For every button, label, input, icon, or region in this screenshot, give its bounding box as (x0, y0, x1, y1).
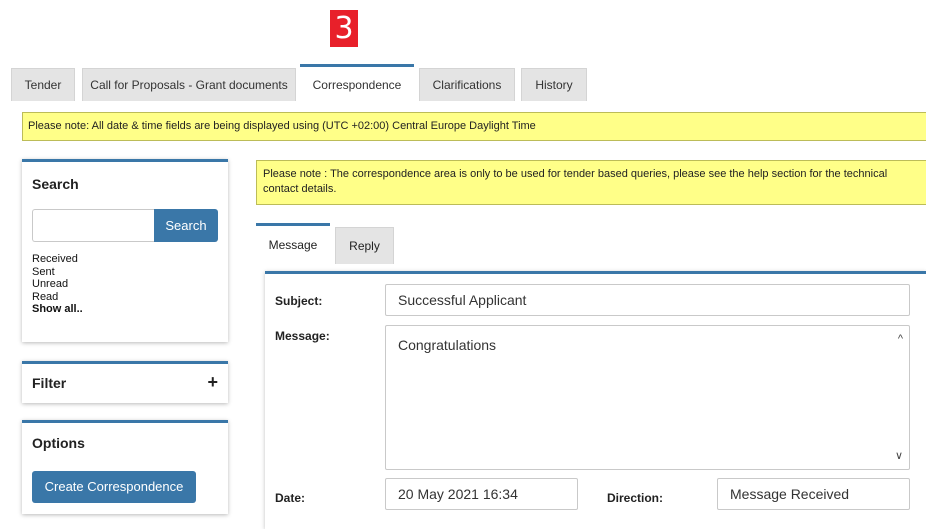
tab-call-for-proposals[interactable]: Call for Proposals - Grant documents (82, 68, 296, 101)
link-received[interactable]: Received (32, 253, 83, 266)
create-correspondence-button[interactable]: Create Correspondence (32, 471, 196, 503)
subject-field[interactable]: Successful Applicant (385, 284, 910, 316)
tab-clarifications[interactable]: Clarifications (419, 68, 515, 101)
tab-message[interactable]: Message (256, 223, 330, 264)
filter-panel-title: Filter (32, 375, 67, 391)
message-panel: Subject: Successful Applicant Message: C… (265, 271, 926, 529)
scroll-down-icon[interactable]: ∨ (895, 447, 903, 465)
link-read[interactable]: Read (32, 291, 83, 304)
tab-correspondence[interactable]: Correspondence (300, 64, 414, 102)
tab-tender[interactable]: Tender (11, 68, 75, 101)
link-sent[interactable]: Sent (32, 266, 83, 279)
message-field[interactable]: Congratulations ^ ∨ (385, 325, 910, 470)
subject-label: Subject: (275, 294, 323, 308)
date-field[interactable]: 20 May 2021 16:34 (385, 478, 578, 510)
search-filter-links: Received Sent Unread Read Show all.. (32, 253, 83, 316)
correspondence-notice: Please note : The correspondence area is… (256, 160, 926, 205)
direction-label: Direction: (607, 491, 664, 505)
step-number-badge: 3 (330, 10, 358, 47)
search-input[interactable] (32, 209, 154, 242)
search-panel-title: Search (32, 176, 79, 192)
message-label: Message: (275, 329, 330, 343)
filter-panel[interactable]: Filter + (22, 361, 228, 403)
search-button[interactable]: Search (154, 209, 218, 242)
link-unread[interactable]: Unread (32, 278, 83, 291)
timezone-notice: Please note: All date & time fields are … (22, 112, 926, 141)
link-show-all[interactable]: Show all.. (32, 303, 83, 316)
date-label: Date: (275, 491, 306, 505)
options-panel: Options Create Correspondence (22, 420, 228, 514)
plus-icon[interactable]: + (207, 373, 218, 391)
tab-history[interactable]: History (521, 68, 587, 101)
message-text: Congratulations (398, 337, 497, 353)
scroll-up-icon[interactable]: ^ (898, 330, 903, 348)
search-panel: Search Search Received Sent Unread Read … (22, 159, 228, 342)
tab-reply[interactable]: Reply (335, 227, 394, 264)
direction-field[interactable]: Message Received (717, 478, 910, 510)
options-panel-title: Options (32, 435, 85, 451)
